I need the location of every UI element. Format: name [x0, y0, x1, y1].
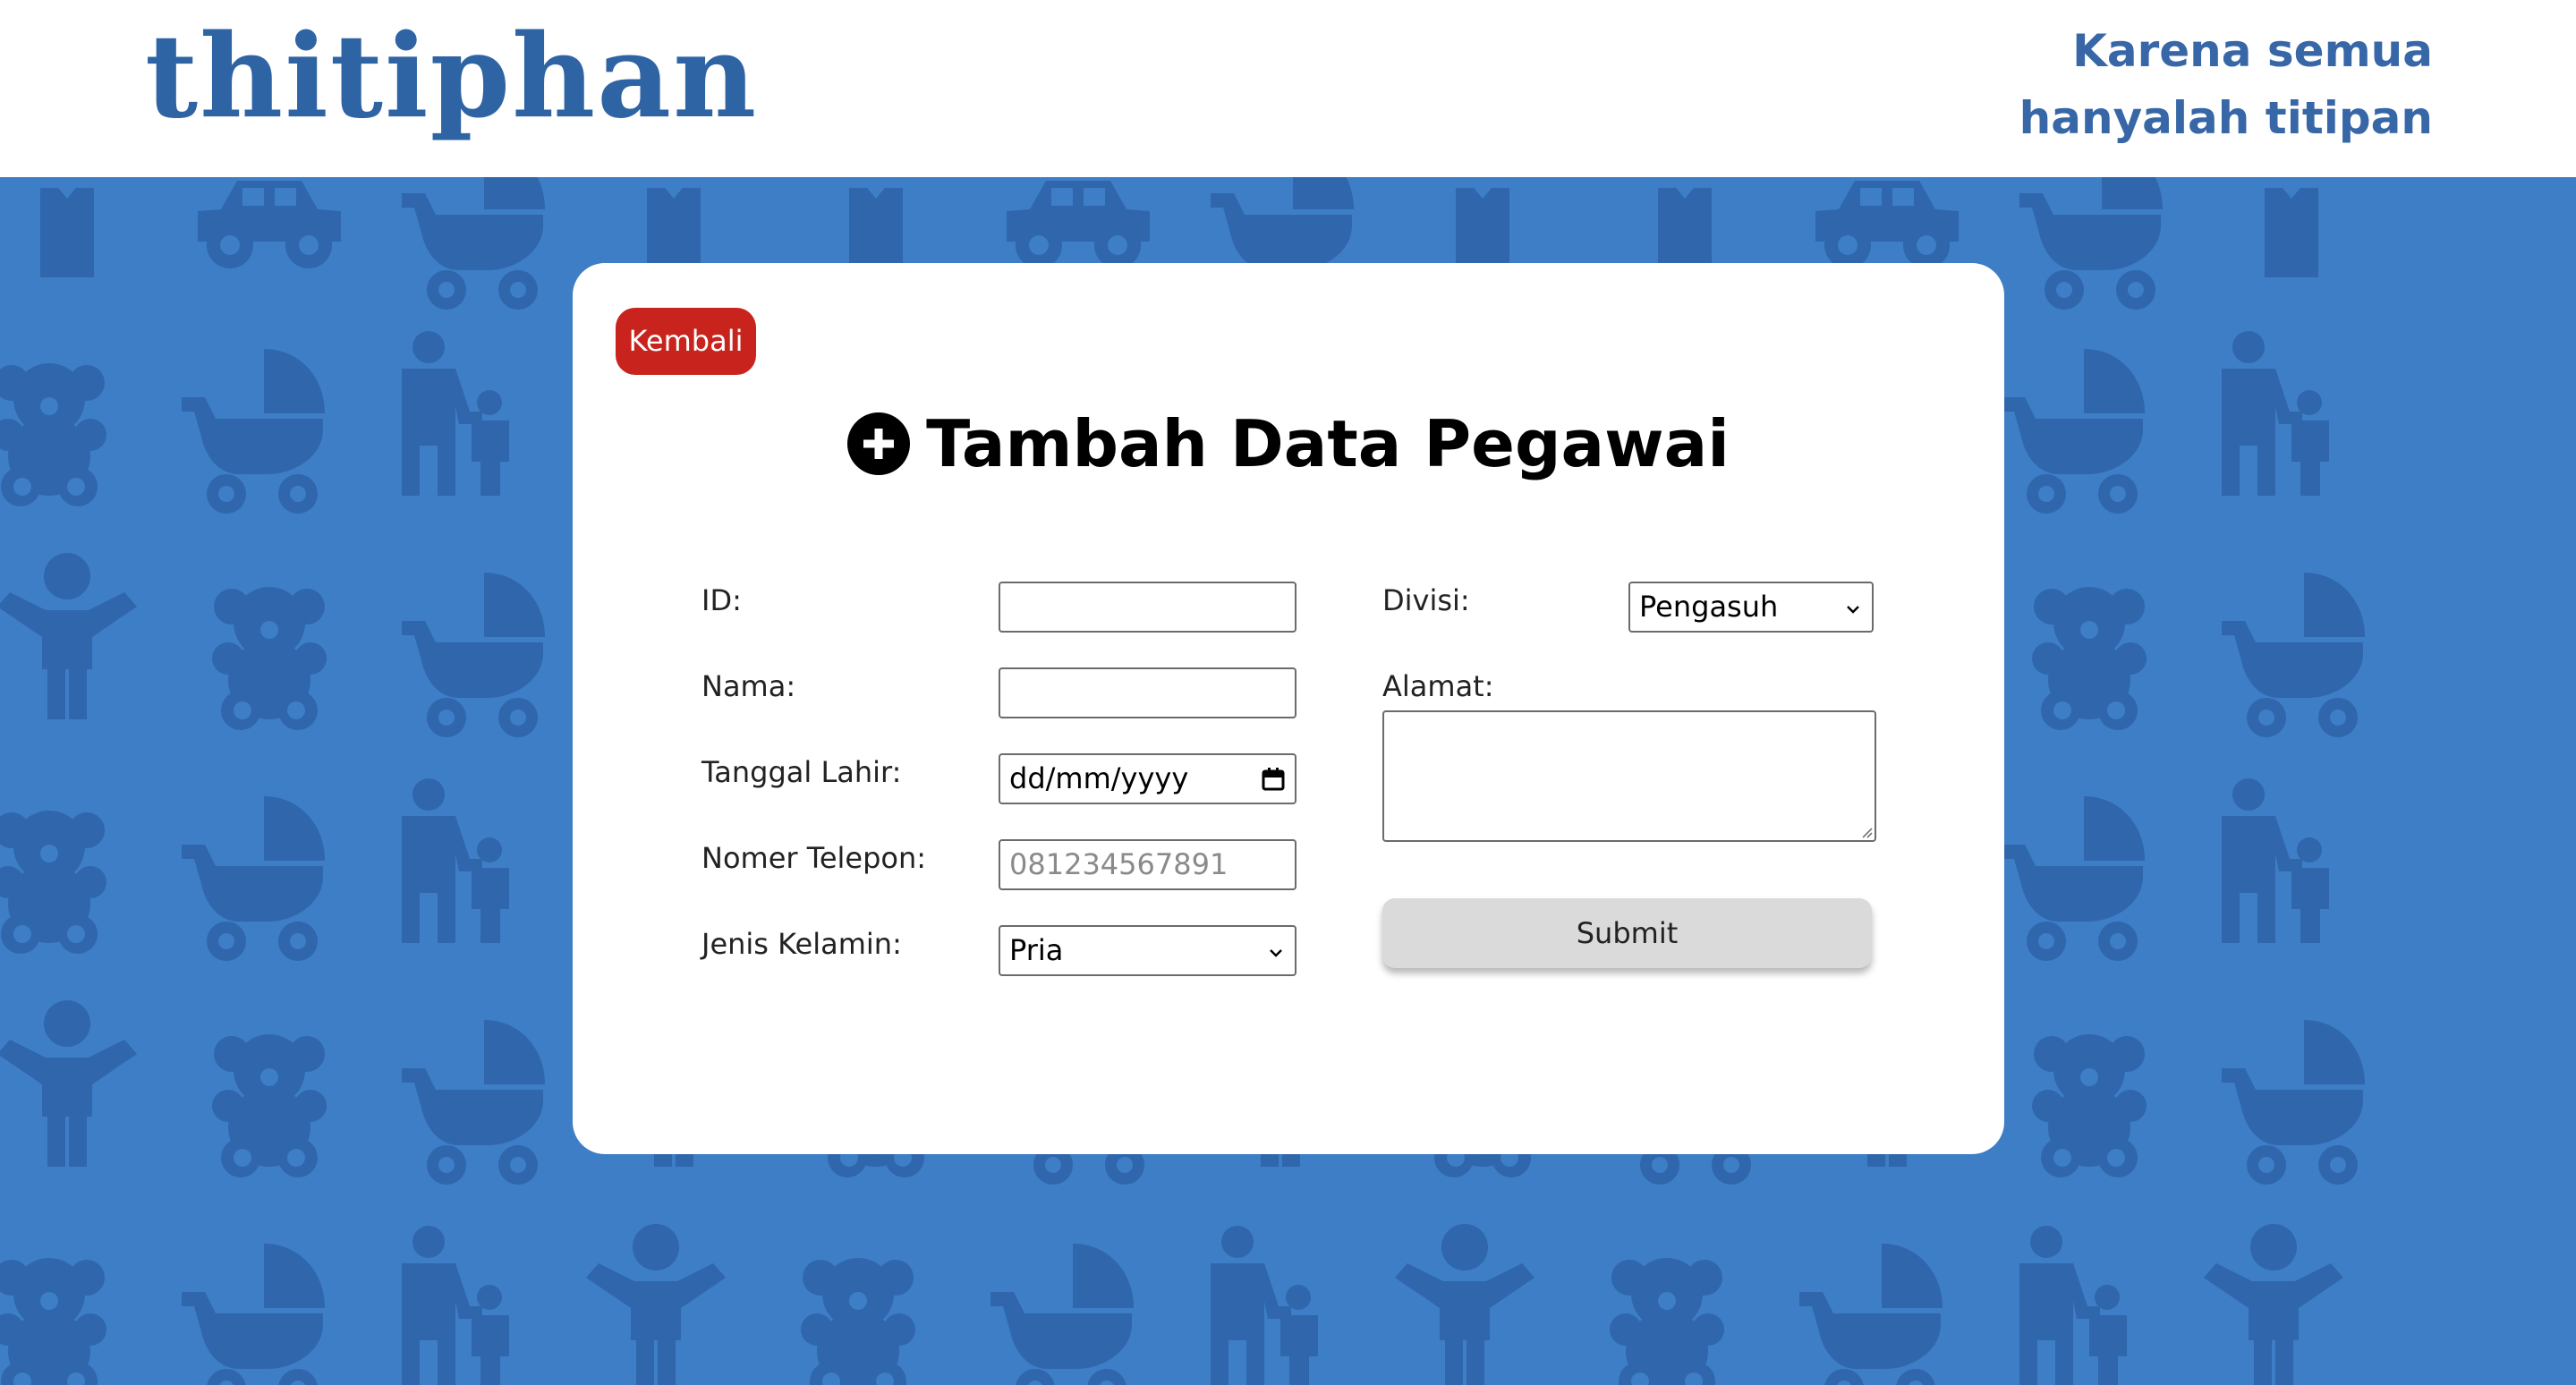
jenis-kelamin-select[interactable]: Pria	[999, 925, 1297, 976]
stroller-icon	[402, 573, 545, 737]
parent-child-icon	[402, 778, 509, 943]
teddy-bear-icon	[0, 363, 106, 506]
child-icon	[586, 1224, 726, 1385]
teddy-bear-icon	[0, 1258, 106, 1385]
divisi-label: Divisi:	[1382, 583, 1470, 617]
teddy-bear-icon	[2032, 1034, 2147, 1177]
tanggal-lahir-label: Tanggal Lahir:	[701, 755, 902, 789]
stroller-icon	[182, 349, 325, 514]
nama-label: Nama:	[701, 669, 796, 703]
teddy-bear-icon	[0, 811, 106, 954]
nama-field[interactable]	[999, 667, 1297, 718]
alamat-textarea[interactable]	[1382, 710, 1876, 842]
form-card: Kembali Tambah Data Pegawai ID: Nama: Ta…	[573, 263, 2004, 1154]
id-label: ID:	[701, 583, 742, 617]
chevron-down-icon	[1847, 606, 1859, 614]
parent-child-icon	[1211, 1226, 1318, 1385]
logo[interactable]: thitiphan	[145, 20, 758, 134]
page-title: Tambah Data Pegawai	[926, 406, 1730, 481]
divisi-value: Pengasuh	[1639, 590, 1779, 624]
child-icon	[0, 1000, 137, 1167]
child-icon	[2204, 1224, 2343, 1385]
stroller-icon	[2222, 1020, 2365, 1185]
tanggal-lahir-field[interactable]: dd/mm/yyyy	[999, 753, 1297, 804]
teddy-bear-icon	[212, 1034, 327, 1177]
teddy-bear-icon	[2032, 587, 2147, 730]
nomer-telepon-field[interactable]: 081234567891	[999, 839, 1297, 890]
submit-button[interactable]: Submit	[1382, 898, 1872, 968]
plus-circle-icon	[847, 412, 911, 475]
toy-car-icon	[1815, 181, 1959, 268]
teddy-bear-icon	[1610, 1258, 1724, 1385]
parent-child-icon	[2019, 1226, 2127, 1385]
toy-car-icon	[1007, 181, 1150, 268]
teddy-bear-icon	[801, 1258, 915, 1385]
alamat-label: Alamat:	[1382, 669, 1494, 703]
date-value: dd/mm/yyyy	[1009, 761, 1189, 795]
resize-handle-icon[interactable]	[1858, 824, 1873, 838]
stroller-icon	[2002, 349, 2145, 514]
tagline-line-2: hanyalah titipan	[2019, 92, 2433, 144]
shirt-icon	[2265, 188, 2318, 277]
stroller-icon	[990, 1244, 1134, 1385]
nomer-telepon-label: Nomer Telepon:	[701, 841, 927, 875]
jenis-kelamin-value: Pria	[1009, 933, 1064, 967]
stroller-icon	[402, 177, 545, 310]
child-icon	[0, 553, 137, 719]
shirt-icon	[40, 188, 94, 277]
stroller-icon	[182, 796, 325, 961]
parent-child-icon	[2222, 331, 2329, 496]
tagline-line-1: Karena semua	[2072, 25, 2433, 77]
stroller-icon	[402, 1020, 545, 1185]
jenis-kelamin-label: Jenis Kelamin:	[701, 927, 902, 961]
parent-child-icon	[402, 1226, 509, 1385]
teddy-bear-icon	[212, 587, 327, 730]
chevron-down-icon	[1270, 949, 1282, 957]
parent-child-icon	[2222, 778, 2329, 943]
id-field[interactable]	[999, 582, 1297, 633]
title-row: Tambah Data Pegawai	[573, 406, 2004, 481]
header: thitiphan Karena semua hanyalah titipan	[0, 0, 2576, 177]
tagline: Karena semua hanyalah titipan	[2019, 18, 2433, 152]
stroller-icon	[1799, 1244, 1943, 1385]
stroller-icon	[2002, 796, 2145, 961]
parent-child-icon	[402, 331, 509, 496]
stroller-icon	[182, 1244, 325, 1385]
back-button[interactable]: Kembali	[616, 308, 756, 375]
toy-car-icon	[198, 181, 341, 268]
stroller-icon	[2019, 177, 2163, 310]
child-icon	[1395, 1224, 1535, 1385]
calendar-icon[interactable]	[1261, 767, 1286, 792]
stroller-icon	[2222, 573, 2365, 737]
divisi-select[interactable]: Pengasuh	[1628, 582, 1874, 633]
